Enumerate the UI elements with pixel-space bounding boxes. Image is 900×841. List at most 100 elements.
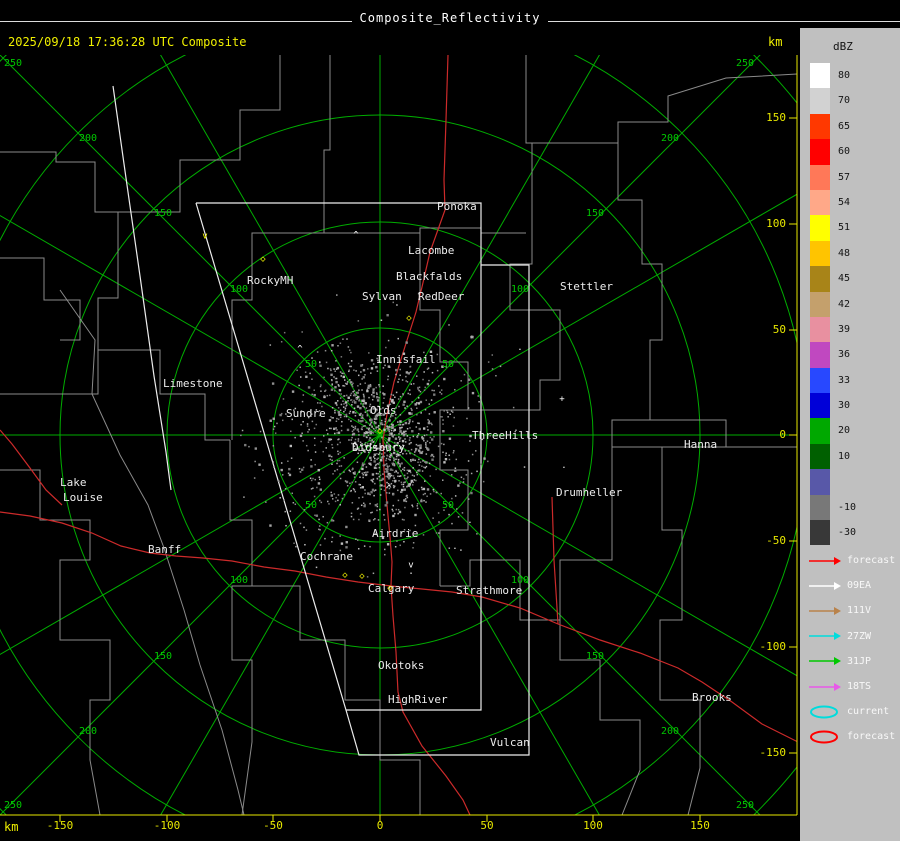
colorbar-swatch <box>810 367 830 394</box>
legend-ellipse-icon <box>810 705 838 719</box>
legend-arrow-icon <box>809 682 841 691</box>
municipal-boundary <box>611 143 797 448</box>
colorbar-value: 33 <box>838 374 851 386</box>
colorbar-value: 39 <box>838 323 851 335</box>
municipal-boundary <box>659 447 701 815</box>
colorbar-value: 42 <box>838 298 851 310</box>
radar-coverage-outline <box>112 85 172 491</box>
colorbar-swatch <box>810 393 830 419</box>
colorbar-swatch <box>810 240 830 267</box>
km-unit-bottom: km <box>4 820 19 834</box>
colorbar-entry: 80 <box>810 63 856 89</box>
colorbar-value: -10 <box>838 501 857 513</box>
municipal-boundary <box>0 257 81 341</box>
colorbar-value: 36 <box>838 349 851 361</box>
distance-axes <box>0 55 798 822</box>
legend-label: 111V <box>847 605 872 617</box>
legend-label: 27ZW <box>847 630 872 642</box>
legend: forecast 09EA 111V 27ZW 31JP 18TS current forec… <box>808 548 900 750</box>
title-bar: Composite_Reflectivity <box>0 7 900 26</box>
legend-label: forecast <box>847 555 896 567</box>
colorbar-swatch <box>810 316 830 343</box>
municipal-boundary <box>323 55 526 234</box>
window-title: Composite_Reflectivity <box>351 11 549 25</box>
colorbar-entry <box>810 469 856 495</box>
colorbar-value: 70 <box>838 95 851 107</box>
municipal-boundary <box>229 440 253 815</box>
colorbar-swatch <box>810 494 830 521</box>
municipal-boundary <box>532 73 797 144</box>
colorbar-value: 30 <box>838 400 851 412</box>
radar-coverage-outline <box>345 264 530 756</box>
legend-label: 18TS <box>847 681 872 693</box>
colorbar-entry: 39 <box>810 316 856 343</box>
colorbar: 80 70 65 60 57 54 51 48 45 42 39 36 33 30 20 10 -10 -30 <box>810 63 857 546</box>
radar-coverage-outline <box>195 202 482 711</box>
highway-line <box>0 429 63 506</box>
colorbar-swatch <box>810 266 830 292</box>
colorbar-swatch <box>810 291 830 317</box>
colorbar-value: 54 <box>838 196 851 208</box>
map-layers <box>0 55 797 815</box>
colorbar-value: 65 <box>838 120 851 132</box>
colorbar-swatch <box>810 164 830 190</box>
colorbar-value: 10 <box>838 450 851 462</box>
colorbar-entry: 70 <box>810 88 856 114</box>
colorbar-entry: 60 <box>810 139 856 165</box>
legend-arrow-icon <box>809 606 841 615</box>
colorbar-value: 60 <box>838 146 851 158</box>
legend-arrow-icon <box>809 581 841 590</box>
colorbar-swatch <box>810 139 830 165</box>
legend-item: 31JP <box>808 649 900 674</box>
highway-line <box>390 585 797 743</box>
legend-item: forecast <box>808 548 900 573</box>
legend-label: 31JP <box>847 655 872 667</box>
colorbar-swatch <box>810 342 830 368</box>
legend-ellipse-icon <box>810 730 838 744</box>
municipal-boundary <box>559 447 613 620</box>
colorbar-entry: 48 <box>810 240 856 267</box>
legend-item: 111V <box>808 598 900 623</box>
colorbar-value: 51 <box>838 222 851 234</box>
colorbar-entry: 20 <box>810 418 856 444</box>
colorbar-entry: 42 <box>810 291 856 317</box>
colorbar-swatch <box>810 113 830 140</box>
colorbar-entry: 36 <box>810 342 856 368</box>
municipal-boundary <box>440 559 641 815</box>
colorbar-entry: 57 <box>810 164 856 190</box>
municipal-boundary <box>59 289 245 815</box>
legend-item: 18TS <box>808 674 900 699</box>
colorbar-entry: 51 <box>810 215 856 241</box>
legend-arrow-icon <box>809 556 841 565</box>
colorbar-entry: 30 <box>810 393 856 419</box>
colorbar-value: 80 <box>838 70 851 81</box>
radar-map[interactable] <box>0 0 798 841</box>
municipal-boundary <box>468 309 561 411</box>
legend-label: 09EA <box>847 580 872 592</box>
colorbar-swatch <box>810 443 830 470</box>
highway-line <box>551 496 559 625</box>
legend-arrow-icon <box>809 632 841 641</box>
legend-arrow-icon <box>809 657 841 666</box>
colorbar-entry: 10 <box>810 443 856 470</box>
municipal-boundary <box>231 232 324 440</box>
highway-line <box>0 511 392 587</box>
legend-label: forecast <box>847 731 896 743</box>
municipal-boundary <box>98 349 230 441</box>
colorbar-entry: 45 <box>810 266 856 292</box>
colorbar-value: 45 <box>838 273 851 285</box>
municipal-boundary <box>118 55 281 213</box>
colorbar-swatch <box>810 520 830 546</box>
colorbar-value: 48 <box>838 247 851 259</box>
colorbar-swatch <box>810 418 830 444</box>
colorbar-swatch <box>810 63 830 89</box>
legend-item: forecast <box>808 724 900 749</box>
colorbar-entry: 54 <box>810 189 856 216</box>
colorbar-entry: 33 <box>810 367 856 394</box>
colorbar-entry: -30 <box>810 520 856 546</box>
colorbar-title: dBZ <box>833 40 853 53</box>
legend-item: current <box>808 699 900 724</box>
colorbar-swatch <box>810 469 830 495</box>
municipal-boundary <box>419 233 469 586</box>
colorbar-swatch <box>810 189 830 216</box>
